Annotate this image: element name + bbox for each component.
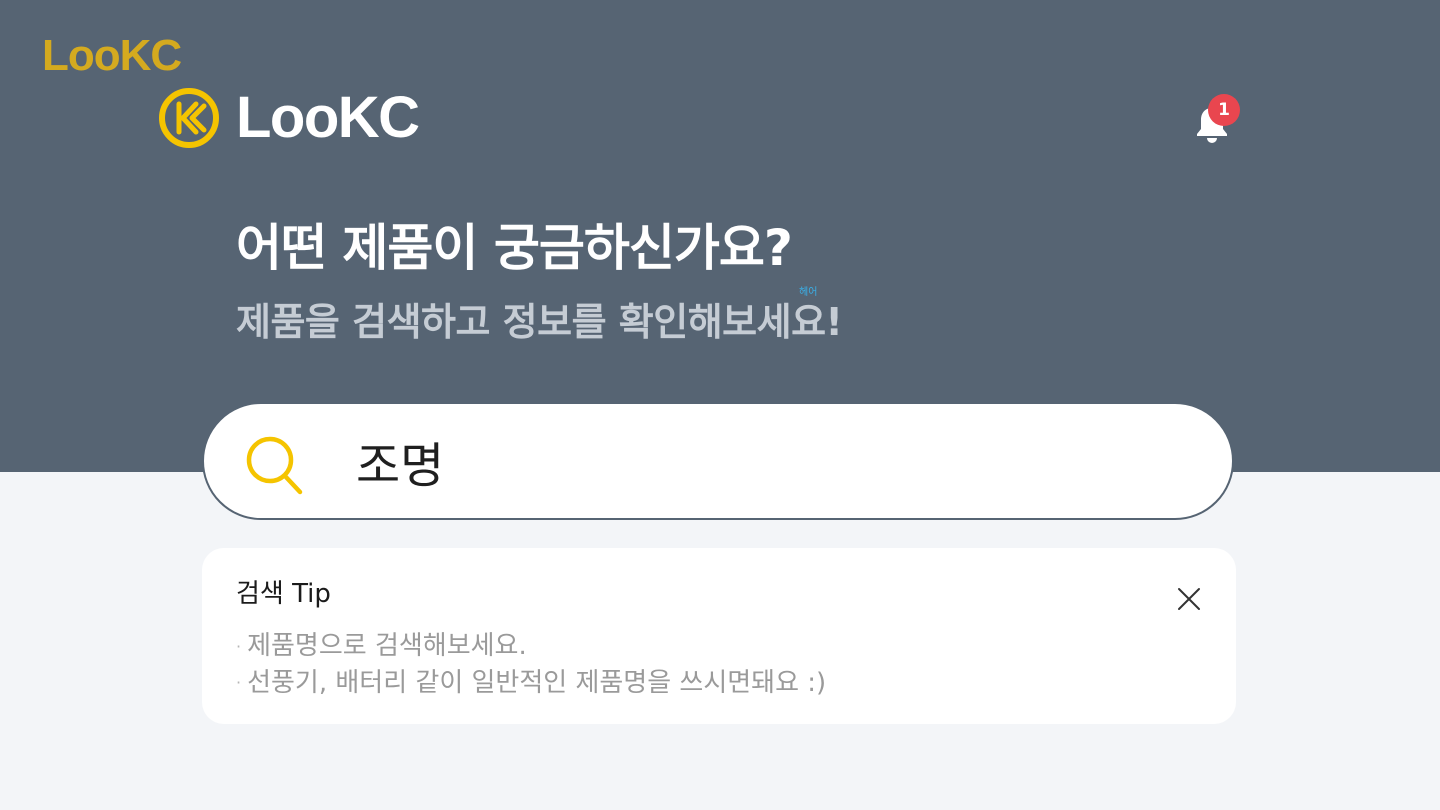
brand-name: LooKC [236,85,420,150]
brand-logo[interactable]: LooKC [158,85,420,150]
k-circle-logo-icon [159,88,219,148]
search-tip-card: 검색 Tip · 제품명으로 검색해보세요. · 선풍기, 배터리 같이 일반적인 … [202,548,1236,724]
notification-badge: 1 [1208,94,1240,126]
notification-button[interactable]: 1 [1190,94,1240,146]
page-subheadline: 제품을 검색하고 정보를 확인해보세요! [236,300,843,344]
search-input[interactable] [356,424,1176,498]
close-icon[interactable] [1174,584,1204,614]
tip-line: · 선풍기, 배터리 같이 일반적인 제품명을 쓰시면돼요 :) [236,665,826,702]
tip-line: · 제품명으로 검색해보세요. [236,628,826,665]
bullet: · [236,673,242,692]
tip-title: 검색 Tip [236,579,331,609]
tip-line-text: 선풍기, 배터리 같이 일반적인 제품명을 쓰시면돼요 :) [247,667,827,698]
bullet: · [236,636,242,656]
floating-label: 헤어 [799,287,818,298]
watermark-logo: LooKC [42,31,182,80]
tip-list: · 제품명으로 검색해보세요. · 선풍기, 배터리 같이 일반적인 제품명을 쓰시… [236,628,826,701]
page-headline: 어떤 제품이 궁금하신가요? [236,219,793,277]
search-bar[interactable] [202,402,1234,520]
search-icon[interactable] [244,434,306,496]
tip-line-text: 제품명으로 검색해보세요. [247,631,527,661]
